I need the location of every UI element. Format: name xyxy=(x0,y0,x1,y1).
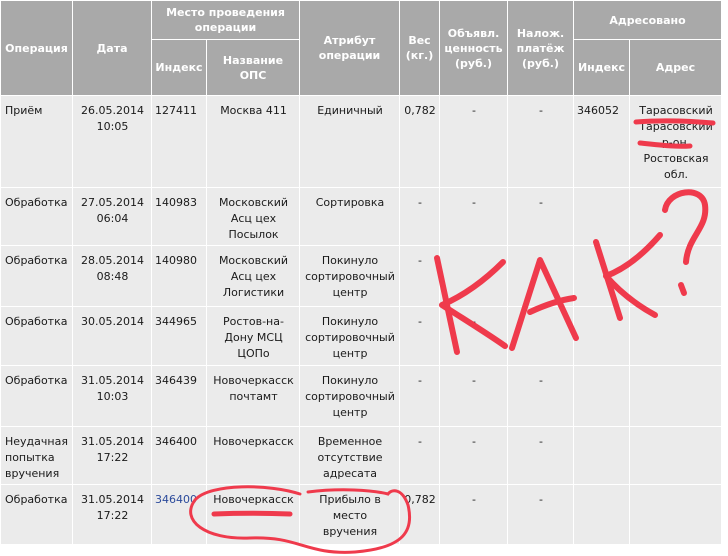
operation-cell: Обработка xyxy=(0,245,73,307)
ops-name-cell: Новочеркасск xyxy=(205,484,301,545)
date-cell: 31.05.2014 17:22 xyxy=(72,426,152,485)
index-cell: 346400 xyxy=(151,426,207,485)
header-attribute: Атрибут операции xyxy=(299,0,401,96)
ops-name-cell: Новочеркасск xyxy=(205,426,301,485)
attribute-cell: Покинуло сортировочный центр xyxy=(299,306,401,366)
weight-cell: - xyxy=(399,365,441,427)
addr-index-cell xyxy=(573,484,631,545)
header-place-index: Индекс xyxy=(151,39,207,96)
header-addr-address: Адрес xyxy=(629,39,723,96)
header-addressed: Адресовано xyxy=(573,0,723,40)
attribute-cell: Сортировка xyxy=(299,187,401,246)
weight-cell: - xyxy=(399,187,441,246)
address-cell: Тарасовский Тарасовский р-он, Ростовская… xyxy=(629,95,723,188)
address-cell xyxy=(629,365,723,427)
operation-cell: Приём xyxy=(0,95,73,188)
operation-cell: Обработка xyxy=(0,187,73,246)
attribute-cell: Временное отсутствие адресата xyxy=(299,426,401,485)
cod-cell xyxy=(507,306,575,366)
date-cell: 31.05.2014 17:22 xyxy=(72,484,152,545)
index-cell: 127411 xyxy=(151,95,207,188)
tracking-table: Операция Дата Место проведения операции … xyxy=(0,0,723,545)
date-cell: 28.05.2014 08:48 xyxy=(72,245,152,307)
attribute-cell: Покинуло сортировочный центр xyxy=(299,365,401,427)
addr-index-cell xyxy=(573,245,631,307)
declared-value-cell: - xyxy=(439,95,509,188)
address-cell xyxy=(629,306,723,366)
header-place-name: Название ОПС xyxy=(205,39,301,96)
addr-index-cell xyxy=(573,426,631,485)
cod-cell xyxy=(507,245,575,307)
header-declared-value: Объявл. ценность (руб.) xyxy=(439,0,509,96)
attribute-cell: Прибыло в место вручения xyxy=(299,484,401,545)
date-cell: 27.05.2014 06:04 xyxy=(72,187,152,246)
date-cell: 30.05.2014 xyxy=(72,306,152,366)
index-cell: 346439 xyxy=(151,365,207,427)
declared-value-cell: - xyxy=(439,365,509,427)
cod-cell: - xyxy=(507,95,575,188)
ops-name-cell: Москва 411 xyxy=(205,95,301,188)
weight-cell: - xyxy=(399,306,441,366)
table-row: Обработка 30.05.2014 344965 Ростов-на- Дону… xyxy=(0,306,723,366)
ops-name-cell: Московский Асц цех Логистики xyxy=(205,245,301,307)
ops-name-cell: Московский Асц цех Посылок xyxy=(205,187,301,246)
declared-value-cell: - xyxy=(439,426,509,485)
operation-cell: Обработка xyxy=(0,484,73,545)
table-row: Приём 26.05.2014 10:05 127411 Москва 411 Еди… xyxy=(0,95,723,188)
table-row: Обработка 31.05.2014 10:03 346439 Новочерка… xyxy=(0,365,723,427)
address-cell xyxy=(629,484,723,545)
weight-cell: 0,782 xyxy=(399,484,441,545)
date-cell: 31.05.2014 10:03 xyxy=(72,365,152,427)
operation-cell: Неудачная попытка вручения xyxy=(0,426,73,485)
header-weight: Вес (кг.) xyxy=(399,0,441,96)
ops-name-cell: Новочеркасск почтамт xyxy=(205,365,301,427)
declared-value-cell: - xyxy=(439,484,509,545)
address-cell xyxy=(629,187,723,246)
table-row: Обработка 27.05.2014 06:04 140983 Московски… xyxy=(0,187,723,246)
operation-cell: Обработка xyxy=(0,365,73,427)
addr-index-cell xyxy=(573,365,631,427)
address-cell xyxy=(629,426,723,485)
addr-index-cell xyxy=(573,306,631,366)
table-row: Неудачная попытка вручения 31.05.2014 17:… xyxy=(0,426,723,485)
attribute-cell: Покинуло сортировочный центр xyxy=(299,245,401,307)
index-cell: 344965 xyxy=(151,306,207,366)
index-cell: 346400 xyxy=(151,484,207,545)
addr-index-cell: 346052 xyxy=(573,95,631,188)
index-cell: 140983 xyxy=(151,187,207,246)
declared-value-cell xyxy=(439,245,509,307)
cod-cell: - xyxy=(507,426,575,485)
table-row: Обработка 31.05.2014 17:22 346400 Новочерка… xyxy=(0,484,723,545)
cod-cell: - xyxy=(507,484,575,545)
address-cell xyxy=(629,245,723,307)
header-operation: Операция xyxy=(0,0,73,96)
header-cod: Налож. платёж (руб.) xyxy=(507,0,575,96)
addr-index-cell xyxy=(573,187,631,246)
cod-cell: - xyxy=(507,187,575,246)
weight-cell: - xyxy=(399,245,441,307)
index-cell: 140980 xyxy=(151,245,207,307)
declared-value-cell: - xyxy=(439,187,509,246)
header-place: Место проведения операции xyxy=(150,0,301,40)
cod-cell: - xyxy=(507,365,575,427)
date-cell: 26.05.2014 10:05 xyxy=(72,95,152,188)
attribute-cell: Единичный xyxy=(299,95,401,188)
header-date: Дата xyxy=(72,0,152,96)
weight-cell: - xyxy=(399,426,441,485)
table-row: Обработка 28.05.2014 08:48 140980 Московски… xyxy=(0,245,723,307)
ops-name-cell: Ростов-на- Дону МСЦ ЦОПо xyxy=(205,306,301,366)
operation-cell: Обработка xyxy=(0,306,73,366)
declared-value-cell: - xyxy=(439,306,509,366)
weight-cell: 0,782 xyxy=(399,95,441,188)
header-addr-index: Индекс xyxy=(573,39,631,96)
